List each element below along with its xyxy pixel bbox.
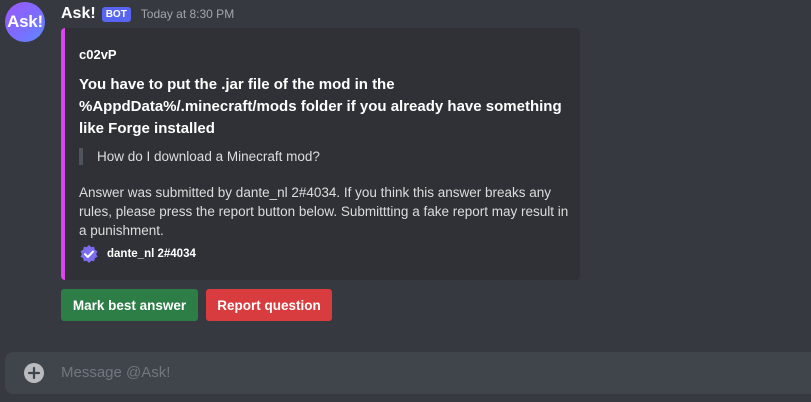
mark-best-answer-button[interactable]: Mark best answer (61, 289, 198, 321)
bot-avatar[interactable]: Ask! (5, 2, 45, 42)
verified-check-icon (79, 244, 99, 264)
plus-circle-icon[interactable] (24, 363, 44, 383)
embed-title: You have to put the .jar file of the mod… (79, 76, 562, 137)
message-timestamp: Today at 8:30 PM (140, 7, 235, 21)
embed-description: Answer was submitted by dante_nl 2#4034.… (79, 185, 569, 238)
report-question-button[interactable]: Report question (206, 289, 332, 321)
embed-author: c02vP (79, 47, 117, 62)
question-quote: How do I download a Minecraft mod? (79, 148, 320, 165)
message-input-placeholder[interactable]: Message @Ask! (61, 364, 170, 381)
bot-badge: BOT (101, 6, 131, 22)
embed-footer-text: dante_nl 2#4034 (107, 248, 196, 260)
embed-footer: dante_nl 2#4034 (79, 244, 196, 264)
message-composer[interactable]: Message @Ask! (5, 352, 811, 394)
answer-embed: c02vP You have to put the .jar file of t… (61, 28, 580, 280)
message-header: Ask! BOT Today at 8:30 PM (61, 4, 234, 24)
username[interactable]: Ask! (61, 5, 96, 23)
